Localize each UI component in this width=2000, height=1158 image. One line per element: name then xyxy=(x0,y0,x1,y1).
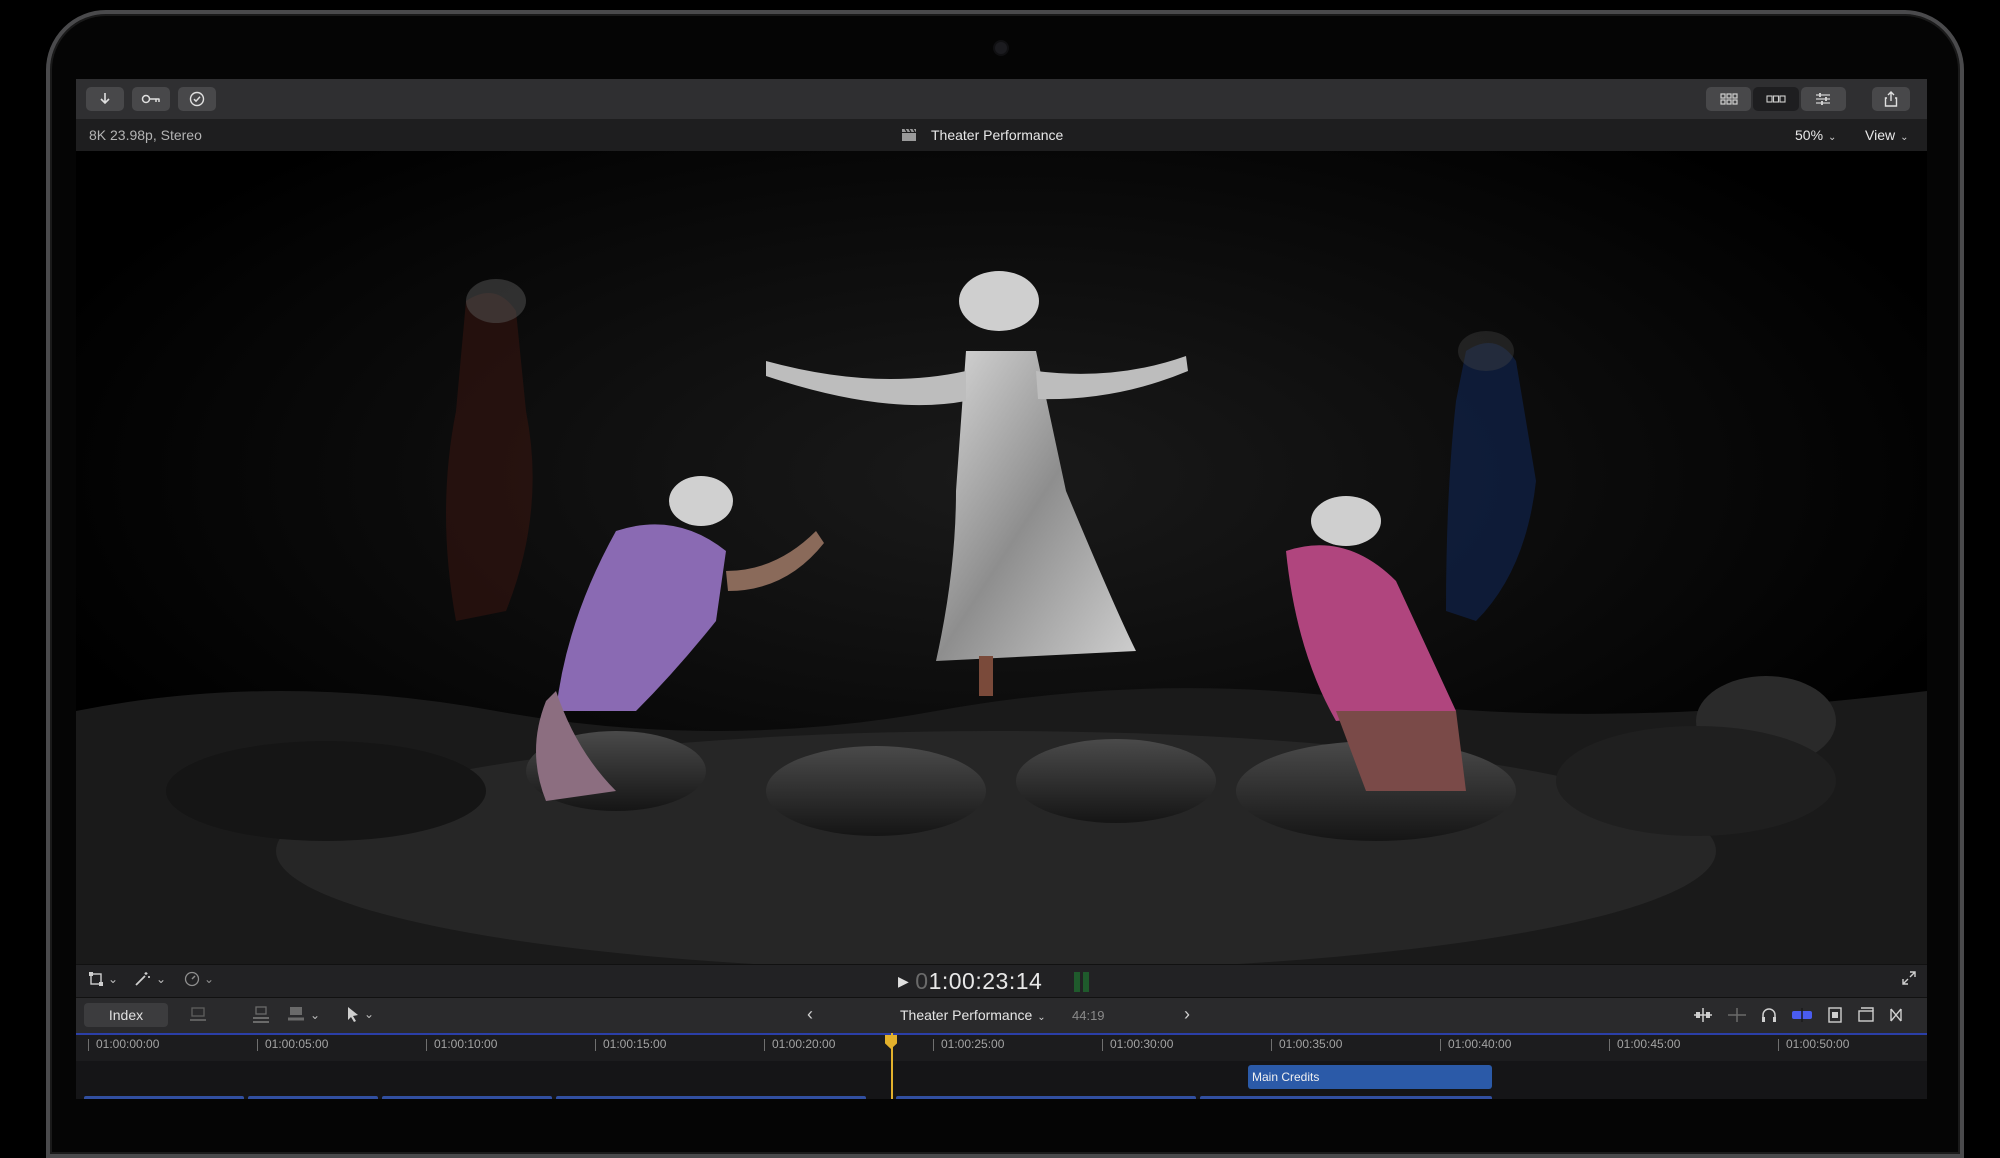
background-tasks-button[interactable] xyxy=(178,87,216,111)
retime-menu[interactable]: ⌄ xyxy=(184,971,214,987)
format-info: 8K 23.98p, Stereo xyxy=(89,127,202,143)
transform-tool-menu[interactable]: ⌄ xyxy=(88,971,118,987)
arrow-cursor-icon xyxy=(348,1007,358,1022)
import-icon xyxy=(100,93,110,105)
chevron-down-icon: ⌄ xyxy=(310,1008,321,1022)
video-viewer[interactable] xyxy=(76,151,1927,964)
view-menu-label: View xyxy=(1865,127,1896,143)
enhance-menu[interactable]: ⌄ xyxy=(134,971,166,987)
clip-connect-icon xyxy=(190,1007,206,1021)
expand-icon xyxy=(1902,971,1916,985)
keyword-button[interactable] xyxy=(132,87,170,111)
chevron-down-icon: ⌄ xyxy=(364,1007,375,1021)
timecode-dim-digit: 0 xyxy=(915,968,929,994)
insert-button[interactable] xyxy=(251,1006,271,1024)
ruler-tick: 01:00:35:00 xyxy=(1270,1037,1343,1051)
fullscreen-button[interactable] xyxy=(1902,971,1916,985)
clapperboard-icon xyxy=(902,128,916,141)
transport-bar: ⌄ ⌄ ⌄ ▶ 01:00:23:14 xyxy=(76,964,1927,998)
timeline-right-controls xyxy=(1693,1007,1903,1023)
view-menu[interactable]: View ⌄ xyxy=(1865,127,1908,143)
stage-scene-image xyxy=(76,151,1927,964)
chevron-down-icon: ⌄ xyxy=(156,972,167,986)
snapping-icon[interactable] xyxy=(1791,1008,1813,1022)
zoom-menu[interactable]: 50% ⌄ xyxy=(1795,127,1836,143)
browser-toggle[interactable] xyxy=(1706,87,1752,111)
share-button[interactable] xyxy=(1872,87,1910,111)
chevron-down-icon: ⌄ xyxy=(108,972,119,986)
timeline-tracks: Main Credits xyxy=(76,1061,1927,1099)
chevron-down-icon: ⌄ xyxy=(1037,1012,1046,1023)
share-icon xyxy=(1884,91,1898,107)
magic-wand-icon xyxy=(135,972,150,986)
transitions-icon[interactable] xyxy=(1889,1007,1903,1023)
import-button[interactable] xyxy=(86,87,124,111)
speedometer-icon xyxy=(184,971,200,987)
top-toolbar xyxy=(76,79,1927,120)
timeline-duration: 44:19 xyxy=(1072,1008,1105,1023)
timeline-toggle[interactable] xyxy=(1753,87,1799,111)
timeline-header: Index ⌄ ⌄ ‹ Theater Performance ⌄ 44:19 › xyxy=(76,997,1927,1034)
clip-appearance-button[interactable] xyxy=(188,1006,208,1024)
audio-skimming-icon[interactable] xyxy=(1727,1007,1747,1023)
inspector-toggle[interactable] xyxy=(1800,87,1846,111)
zoom-value: 50% xyxy=(1795,127,1824,143)
checkmark-icon xyxy=(189,91,205,107)
forward-arrow-icon[interactable]: › xyxy=(1184,1004,1190,1025)
inspector-sliders-icon xyxy=(1816,93,1831,105)
viewer-header: 8K 23.98p, Stereo Theater Performance 50… xyxy=(76,119,1927,151)
ruler-tick: 01:00:00:00 xyxy=(87,1037,160,1051)
overwrite-menu[interactable]: ⌄ xyxy=(286,1006,320,1024)
skimming-icon[interactable] xyxy=(1693,1007,1713,1023)
chevron-down-icon: ⌄ xyxy=(1828,132,1837,143)
insert-clip-icon xyxy=(253,1006,269,1023)
browser-grid-icon xyxy=(1720,93,1738,105)
transform-icon xyxy=(89,972,103,986)
timeline-index-layout-icon[interactable] xyxy=(1857,1007,1875,1023)
index-button[interactable]: Index xyxy=(84,1003,168,1027)
ruler-tick: 01:00:05:00 xyxy=(256,1037,329,1051)
workspace-segmented-control xyxy=(1706,87,1846,111)
timeline-project-name: Theater Performance xyxy=(900,1007,1033,1023)
timeline-project-menu[interactable]: Theater Performance ⌄ xyxy=(900,1007,1046,1023)
chevron-down-icon: ⌄ xyxy=(1900,132,1909,143)
ruler-tick: 01:00:30:00 xyxy=(1101,1037,1174,1051)
play-icon[interactable]: ▶ xyxy=(898,973,909,990)
back-arrow-icon[interactable]: ‹ xyxy=(807,1004,813,1025)
timecode-display[interactable]: ▶ 01:00:23:14 xyxy=(898,968,1042,995)
select-tool-menu[interactable]: ⌄ xyxy=(346,1006,374,1022)
ruler-tick: 01:00:40:00 xyxy=(1439,1037,1512,1051)
timeline-layout-icon xyxy=(1766,95,1786,103)
audio-meter xyxy=(1074,972,1089,992)
app-window: 8K 23.98p, Stereo Theater Performance 50… xyxy=(76,79,1927,1099)
project-title: Theater Performance xyxy=(931,127,1064,143)
ruler-tick: 01:00:45:00 xyxy=(1608,1037,1681,1051)
timeline-ruler[interactable]: 01:00:00:00 01:00:05:00 01:00:10:00 01:0… xyxy=(76,1033,1927,1063)
headphones-icon[interactable] xyxy=(1761,1007,1777,1023)
title-clip[interactable]: Main Credits xyxy=(1248,1065,1492,1089)
chevron-down-icon: ⌄ xyxy=(204,972,215,986)
ruler-tick: 01:00:20:00 xyxy=(763,1037,836,1051)
ruler-tick: 01:00:25:00 xyxy=(932,1037,1005,1051)
ruler-tick: 01:00:10:00 xyxy=(425,1037,498,1051)
camera-icon xyxy=(995,42,1007,54)
overwrite-clip-icon xyxy=(288,1007,304,1021)
clip-filmstrip-icon[interactable] xyxy=(1827,1007,1843,1023)
timecode-value: 1:00:23:14 xyxy=(928,968,1043,994)
viewer-title: Theater Performance xyxy=(901,127,1063,143)
ruler-tick: 01:00:50:00 xyxy=(1777,1037,1850,1051)
ruler-tick: 01:00:15:00 xyxy=(594,1037,667,1051)
keyword-icon xyxy=(141,94,160,104)
